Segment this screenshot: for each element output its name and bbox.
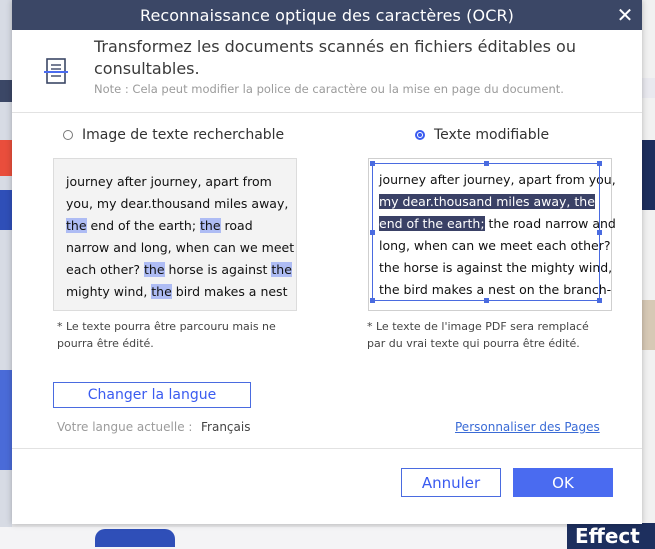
customize-pages-link[interactable]: Personnaliser des Pages — [455, 420, 600, 434]
preview-segment: the — [200, 218, 221, 233]
option-editable-text[interactable]: Texte modifiable — [415, 127, 549, 143]
preview-line: the bird makes a nest on the branch- — [379, 279, 611, 301]
preview-segment: my dear.thousand miles away, the — [379, 194, 595, 209]
preview-line: journey after journey, apart from you, — [379, 169, 616, 191]
searchable-footnote: * Le texte pourra être parcouru mais ne … — [57, 318, 276, 352]
current-language-label: Votre langue actuelle : — [57, 420, 193, 434]
background-app-right-edge — [641, 0, 655, 549]
background-arc — [95, 529, 175, 547]
preview-line: the end of the earth; the road — [66, 215, 284, 237]
background-app-bottom-edge — [0, 527, 655, 549]
preview-segment: the — [151, 284, 172, 299]
preview-line: each other? the horse is against the — [66, 259, 292, 281]
footnote-line: par du vrai texte qui pourra être édité. — [367, 337, 580, 350]
preview-segment: you, my dear.thousand miles away, — [66, 196, 289, 211]
footer-divider — [12, 448, 642, 449]
editable-footnote: * Le texte de l'image PDF sera remplacé … — [367, 318, 589, 352]
background-block — [641, 300, 655, 350]
dialog-header: Transformez les documents scannés en fic… — [12, 30, 642, 113]
background-app-left-edge — [0, 0, 12, 549]
option-searchable-image[interactable]: Image de texte recherchable — [63, 127, 284, 143]
dialog-title: Reconnaissance optique des caractères (O… — [139, 5, 515, 25]
footnote-line: * Le texte pourra être parcouru mais ne — [57, 320, 276, 333]
background-block — [0, 370, 12, 470]
preview-segment: road — [220, 218, 253, 233]
preview-line: my dear.thousand miles away, the — [379, 191, 601, 213]
preview-segment: bird makes a nest — [171, 284, 288, 299]
footnote-line: * Le texte de l'image PDF sera remplacé — [367, 320, 589, 333]
preview-line: you, my dear.thousand miles away, — [66, 193, 288, 215]
preview-line: narrow and long, when can we meet — [66, 237, 294, 259]
ocr-dialog: Reconnaissance optique des caractères (O… — [12, 0, 642, 524]
ok-button[interactable]: OK — [513, 468, 613, 497]
preview-segment: journey after journey, apart from — [66, 174, 272, 189]
preview-segment: the road narrow and — [484, 216, 616, 231]
preview-segment: end of the earth; — [379, 216, 485, 231]
preview-segment: the — [271, 262, 292, 277]
preview-segment: each other? — [66, 262, 145, 277]
preview-segment: narrow and long, when can we meet — [66, 240, 295, 255]
preview-segment: horse is against — [164, 262, 272, 277]
footnote-line: pourra être édité. — [57, 337, 154, 350]
header-description: Transformez les documents scannés en fic… — [94, 37, 576, 78]
change-language-button[interactable]: Changer la langue — [53, 382, 251, 408]
background-block — [641, 140, 655, 210]
background-block — [641, 78, 655, 98]
preview-line: the horse is against the mighty wind, — [379, 257, 612, 279]
preview-line: mighty wind, the bird makes a nest — [66, 281, 287, 303]
close-icon[interactable]: ✕ — [614, 4, 636, 26]
searchable-preview: journey after journey, apart from you, my… — [53, 158, 297, 311]
current-language-value: Français — [201, 420, 251, 434]
option-searchable-label: Image de texte recherchable — [82, 127, 285, 143]
background-block — [0, 140, 12, 176]
preview-line: long, when can we meet each other? — [379, 235, 610, 257]
background-block — [0, 80, 12, 102]
preview-line: journey after journey, apart from — [66, 171, 284, 193]
header-note: Note : Cela peut modifier la police de c… — [94, 82, 564, 96]
background-block — [0, 190, 12, 230]
preview-segment: the bird makes a nest on the branch- — [379, 282, 612, 297]
cancel-button[interactable]: Annuler — [401, 468, 501, 497]
preview-segment: journey after journey, apart from you, — [379, 172, 616, 187]
document-scan-icon — [44, 58, 68, 84]
preview-segment: end of the earth; — [86, 218, 201, 233]
preview-segment: mighty wind, — [66, 284, 152, 299]
radio-editable[interactable] — [415, 130, 425, 140]
option-editable-label: Texte modifiable — [434, 127, 550, 143]
preview-segment: the — [66, 218, 87, 233]
dialog-titlebar: Reconnaissance optique des caractères (O… — [12, 0, 642, 30]
preview-segment: long, when can we meet each other? — [379, 238, 611, 253]
background-effect-label: Effect — [567, 523, 655, 549]
preview-segment: the horse is against the mighty wind, — [379, 260, 613, 275]
radio-searchable[interactable] — [63, 130, 73, 140]
preview-segment: the — [144, 262, 165, 277]
preview-line: end of the earth; the road narrow and — [379, 213, 616, 235]
editable-preview: journey after journey, apart from you, my… — [368, 158, 616, 311]
